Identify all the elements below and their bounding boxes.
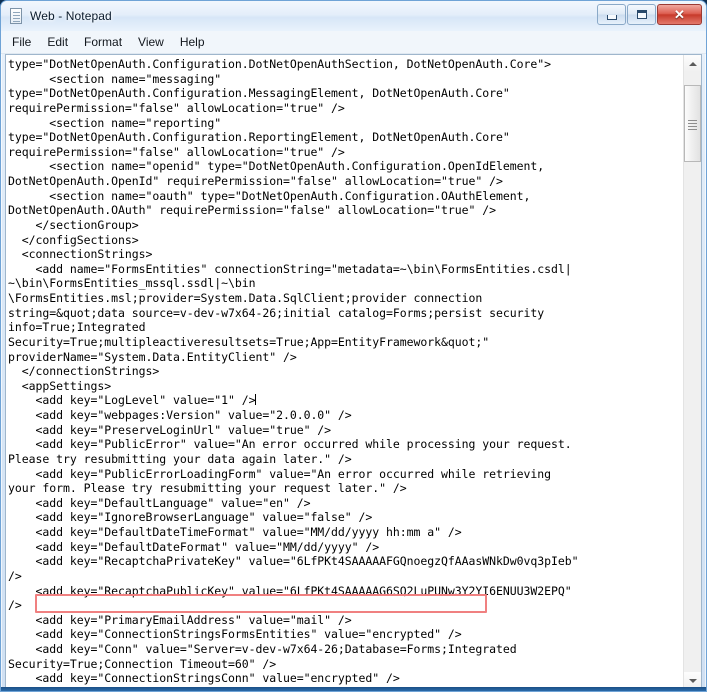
minimize-button[interactable] bbox=[597, 4, 626, 25]
chevron-up-icon bbox=[688, 61, 697, 66]
menu-bar: File Edit Format View Help bbox=[1, 31, 706, 54]
minimize-icon bbox=[606, 14, 617, 20]
vertical-scrollbar[interactable] bbox=[683, 55, 701, 689]
menu-item-edit[interactable]: Edit bbox=[39, 32, 76, 52]
scrollbar-thumb[interactable] bbox=[684, 85, 701, 162]
menu-item-file[interactable]: File bbox=[4, 32, 39, 52]
taskbar-edge bbox=[1, 687, 706, 691]
text-caret bbox=[255, 394, 257, 406]
close-icon: ✕ bbox=[674, 7, 685, 22]
window-controls: ✕ bbox=[597, 4, 702, 25]
menu-item-view[interactable]: View bbox=[130, 32, 172, 52]
grip-icon bbox=[688, 123, 697, 124]
editor-text: type="DotNetOpenAuth.Configuration.DotNe… bbox=[8, 57, 683, 689]
title-bar[interactable]: Web - Notepad ✕ bbox=[1, 1, 706, 31]
maximize-icon bbox=[636, 10, 647, 19]
menu-item-help[interactable]: Help bbox=[172, 32, 213, 52]
window-title: Web - Notepad bbox=[30, 9, 112, 23]
editor-text-after-caret: <add key="webpages:Version" value="2.0.0… bbox=[8, 408, 579, 689]
maximize-button[interactable] bbox=[627, 4, 656, 25]
editor-text-before-caret: type="DotNetOpenAuth.Configuration.DotNe… bbox=[8, 57, 572, 408]
chevron-down-icon bbox=[688, 678, 697, 683]
text-editor[interactable]: type="DotNetOpenAuth.Configuration.DotNe… bbox=[6, 55, 683, 689]
close-button[interactable]: ✕ bbox=[657, 4, 702, 25]
notepad-document-icon bbox=[8, 8, 24, 24]
editor-client-area: type="DotNetOpenAuth.Configuration.DotNe… bbox=[5, 54, 702, 690]
notepad-window: Web - Notepad ✕ File Edit Format View He… bbox=[0, 0, 707, 692]
menu-item-format[interactable]: Format bbox=[76, 32, 130, 52]
scroll-up-button[interactable] bbox=[684, 55, 701, 72]
